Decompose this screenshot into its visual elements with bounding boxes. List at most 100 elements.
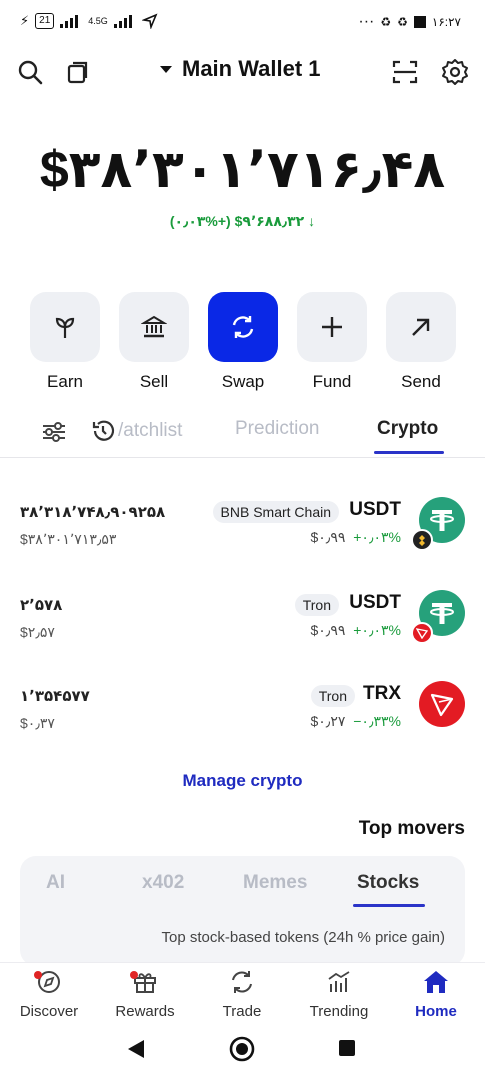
sell-tile [119, 292, 189, 362]
battery-indicator: 21 [35, 13, 55, 29]
bottom-nav: Discover Rewards Trade Trending Home [0, 962, 485, 1026]
nav-home[interactable]: Home [391, 969, 481, 1020]
tab-watchlist-label: /atchlist [118, 420, 183, 441]
movers-tab-stocks[interactable]: Stocks [357, 872, 419, 894]
asset-symbol: USDT [349, 499, 401, 520]
sell-button[interactable]: Sell [119, 292, 189, 392]
asset-tabs: /atchlist Prediction Crypto [0, 412, 485, 458]
nav-trade[interactable]: Trade [197, 969, 287, 1020]
nav-rewards-label: Rewards [115, 1003, 175, 1020]
top-bar: Main Wallet 1 [0, 50, 485, 96]
sync-icon-2: ♻ [397, 15, 408, 29]
swap-tile [208, 292, 278, 362]
history-icon [92, 420, 115, 441]
network-label: 4.5G [88, 16, 108, 26]
fund-button[interactable]: Fund [297, 292, 367, 392]
asset-quantity: ۲٬۵۷۸ [20, 597, 63, 614]
asset-row-trx[interactable]: ۱٬۳۵۴۵۷۷ $۰٫۳۷ Tron TRX $۰٫۲۷ −۰٫۳۳% [0, 681, 485, 767]
sync-icon: ♻ [380, 15, 392, 29]
tether-coin-icon [411, 497, 465, 551]
location-icon [141, 13, 158, 29]
nav-discover-label: Discover [19, 1003, 79, 1020]
asset-symbol: TRX [363, 683, 401, 704]
nav-discover[interactable]: Discover [4, 969, 94, 1020]
trending-chart-icon [328, 971, 350, 992]
wallet-name: Main Wallet 1 [182, 56, 321, 81]
chain-badge: Tron [310, 685, 355, 707]
total-balance: $۳۸٬۳۰۱٬۷۱۶٫۴۸ [39, 141, 446, 199]
tron-chain-icon [411, 622, 433, 644]
asset-price: $۰٫۹۹ [310, 622, 346, 638]
notification-dot [130, 971, 138, 979]
manage-crypto-link[interactable]: Manage crypto [0, 771, 485, 791]
send-tile [386, 292, 456, 362]
nav-trending[interactable]: Trending [294, 969, 384, 1020]
system-nav-bar [0, 1026, 485, 1080]
more-dots: ··· [358, 13, 375, 30]
wallet-selector[interactable]: Main Wallet 1 [160, 56, 321, 82]
earn-button[interactable]: Earn [30, 292, 100, 392]
trade-icon [232, 971, 252, 993]
status-bar: ⚡ 21 4.5G ··· ♻ ♻ ۱۶:۲۷ [0, 0, 485, 44]
search-icon[interactable] [12, 54, 48, 90]
filter-icon[interactable] [36, 414, 72, 450]
bnb-chain-icon [411, 529, 433, 551]
bank-icon [141, 315, 167, 338]
nav-home-label: Home [415, 1003, 457, 1020]
back-icon[interactable] [126, 1038, 146, 1060]
asset-quantity: ۳۸٬۳۱۸٬۷۴۸٫۹۰۹۲۵۸ [20, 504, 166, 521]
movers-tab-indicator [353, 904, 425, 907]
asset-row-usdt-tron[interactable]: ۲٬۵۷۸ $۲٫۵۷ Tron USDT $۰٫۹۹ +۰٫۰۳% [0, 590, 485, 676]
tab-watchlist[interactable]: /atchlist [90, 418, 182, 444]
asset-quantity: ۱٬۳۵۴۵۷۷ [20, 688, 90, 705]
asset-price-row: $۰٫۲۷ −۰٫۳۳% [310, 713, 401, 730]
send-label: Send [401, 372, 441, 391]
swap-button[interactable]: Swap [208, 292, 278, 392]
square-icon [413, 16, 426, 28]
asset-change: +۰٫۰۳% [353, 529, 401, 545]
notification-dot [34, 971, 42, 979]
asset-price: $۰٫۲۷ [310, 713, 346, 729]
movers-tab-ai[interactable]: AI [46, 872, 65, 894]
asset-fiat-value: $۲٫۵۷ [20, 624, 55, 640]
asset-fiat-value: $۰٫۳۷ [20, 715, 55, 731]
fund-label: Fund [312, 372, 352, 391]
tab-active-indicator [374, 451, 444, 454]
nav-rewards[interactable]: Rewards [100, 969, 190, 1020]
tether-coin-icon [411, 590, 465, 644]
chain-badge: BNB Smart Chain [212, 501, 339, 523]
asset-change: +۰٫۰۳% [353, 622, 401, 638]
signal-icon [60, 15, 79, 28]
top-movers-card: AI x402 Memes Stocks Top stock-based tok… [20, 856, 465, 966]
balance-change: (۰٫۰۳%+) $۹٬۶۸۸٫۳۲ ↓ [169, 213, 316, 229]
movers-tab-memes[interactable]: Memes [243, 872, 307, 894]
earn-tile [30, 292, 100, 362]
home-circle-icon[interactable] [229, 1036, 255, 1062]
tab-crypto[interactable]: Crypto [377, 418, 438, 440]
recents-icon[interactable] [338, 1039, 356, 1057]
fund-tile [297, 292, 367, 362]
movers-tab-x402[interactable]: x402 [142, 872, 184, 894]
earn-label: Earn [47, 372, 83, 391]
arrow-up-right-icon [412, 318, 430, 336]
copy-icon[interactable] [60, 54, 96, 90]
asset-price: $۰٫۹۹ [310, 529, 346, 545]
nav-trade-label: Trade [222, 1003, 262, 1020]
nav-trending-label: Trending [309, 1003, 369, 1020]
tab-prediction[interactable]: Prediction [235, 418, 320, 440]
clock-time: ۱۶:۲۷ [431, 15, 461, 29]
asset-fiat-value: $۳۸٬۳۰۱٬۷۱۳٫۵۳ [20, 531, 117, 547]
gear-icon[interactable] [437, 54, 473, 90]
asset-change: −۰٫۳۳% [353, 713, 401, 729]
send-button[interactable]: Send [386, 292, 456, 392]
scan-icon[interactable] [387, 54, 423, 90]
signal-icon-2 [113, 15, 132, 28]
top-movers-title: Top movers [358, 818, 465, 839]
chevron-down-icon [160, 65, 172, 73]
asset-row-usdt-bnb[interactable]: ۳۸٬۳۱۸٬۷۴۸٫۹۰۹۲۵۸ $۳۸٬۳۰۱٬۷۱۳٫۵۳ BNB Sma… [0, 497, 485, 583]
chain-badge: Tron [294, 594, 339, 616]
sell-label: Sell [139, 372, 169, 391]
swap-icon [232, 316, 254, 338]
sprout-icon [55, 317, 75, 338]
asset-price-row: $۰٫۹۹ +۰٫۰۳% [310, 622, 401, 639]
